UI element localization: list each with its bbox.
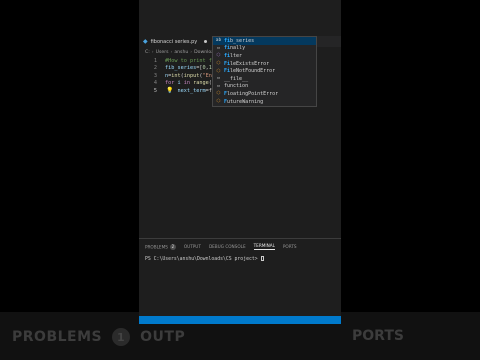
breadcrumb-separator-icon: › (190, 49, 193, 55)
bleed-output-label: OUTP (140, 329, 186, 345)
suggestion-label: function (224, 83, 249, 90)
line-number: 4 (153, 80, 157, 86)
code-token: int (171, 72, 181, 79)
bleed-tabs: PROBLEMS 1 OUTP (12, 328, 185, 346)
panel-tab-label: DEBUG CONSOLE (208, 244, 246, 249)
breadcrumb-item[interactable]: C: (145, 50, 150, 55)
suggestion-label: nally (230, 45, 246, 52)
panel-tab-ports[interactable]: PORTS (283, 244, 297, 249)
suggestion-item[interactable]: ⬡ FloatingPointError (213, 90, 316, 98)
suggestion-label: leExistsError (230, 60, 270, 67)
keyword-icon: ▭ (217, 83, 220, 89)
line-number: 3 (153, 72, 157, 79)
code-line[interactable]: 5 next_term =fi 💡 (139, 87, 216, 94)
suggestion-label: lter (230, 52, 243, 59)
suggestion-item[interactable]: ▭ function (213, 83, 316, 91)
breadcrumb-separator-icon: › (170, 49, 173, 55)
class-icon: ⬡ (216, 61, 221, 67)
breadcrumb-separator-icon: › (151, 49, 154, 55)
panel-tab-label: PORTS (282, 244, 297, 249)
panel-tab-label: TERMINAL (253, 243, 275, 248)
python-file-icon: ◆ (143, 37, 148, 45)
panel-tab-debug-console[interactable]: DEBUG CONSOLE (209, 244, 246, 249)
panel-tabs: PROBLEMS 2 OUTPUT DEBUG CONSOLE TERMINAL PORT… (145, 243, 297, 250)
suggestion-item[interactable]: ⬡ Fi leNotFoundError (213, 67, 316, 75)
breadcrumb-item[interactable]: anshu (174, 50, 188, 55)
class-icon: ⬡ (216, 99, 221, 105)
terminal[interactable]: PS C:\Users\anshu\Downloads\CS project> (145, 256, 264, 262)
line-number: 2 (153, 65, 157, 71)
code-token: fib_series (165, 65, 197, 71)
bleed-problems-badge: 1 (112, 328, 131, 346)
unsaved-dot-icon[interactable] (204, 40, 208, 43)
panel-tab-label: PROBLEMS (145, 244, 168, 249)
line-number: 1 (153, 57, 157, 64)
keyword-icon: ▭ (217, 45, 220, 51)
code-token: for (165, 80, 175, 86)
suggestion-item[interactable]: ⬡ fi lter (213, 52, 316, 60)
suggestion-label: loatingPointError (227, 90, 279, 97)
function-icon: ⬡ (216, 53, 221, 59)
code-token: next_term (177, 87, 206, 94)
suggestion-item[interactable]: ⬡ FutureWarning (213, 98, 316, 106)
suggestion-label: b_series (230, 37, 255, 44)
panel-tab-terminal[interactable]: TERMINAL (253, 243, 275, 250)
bleed-problems-label: PROBLEMS (12, 329, 103, 345)
status-bar (139, 316, 341, 324)
suggestion-item[interactable]: ⬡ Fi leExistsError (213, 60, 316, 68)
panel-tab-output[interactable]: OUTPUT (184, 244, 201, 249)
terminal-cursor (260, 256, 264, 261)
keyword-icon: ▭ (217, 76, 220, 82)
bleed-ports-label: PORTS (352, 328, 404, 344)
panel-tab-problems[interactable]: PROBLEMS 2 (145, 243, 176, 250)
lightbulb-icon[interactable]: 💡 (166, 87, 173, 94)
code-token: input (183, 72, 200, 79)
autocomplete-widget[interactable]: ab fi b_series ▭ fi nally ⬡ fi lter ⬡ Fi leExistsEr… (212, 36, 317, 107)
bottom-panel: PROBLEMS 2 OUTPUT DEBUG CONSOLE TERMINAL PORT… (139, 238, 341, 317)
suggestion-label: leNotFoundError (230, 68, 276, 75)
suggestion-label: __file__ (224, 75, 249, 82)
suggestion-item[interactable]: ab fi b_series (213, 37, 316, 45)
suggestion-label: utureWarning (227, 98, 264, 105)
vscode-window: ◆ fibonacci series.py C: › Users › anshu › Dow… (139, 0, 341, 324)
class-icon: ⬡ (216, 91, 221, 97)
class-icon: ⬡ (216, 68, 221, 74)
line-number: 5 (153, 87, 157, 94)
code-line[interactable]: 2fib_series=[0,1] (139, 65, 215, 72)
keyword-icon: ab (215, 38, 222, 44)
suggestion-item[interactable]: ▭ __file__ (213, 75, 316, 83)
code-token: range (193, 80, 209, 86)
breadcrumb-item[interactable]: Users (156, 50, 169, 55)
terminal-prompt: PS C:\Users\anshu\Downloads\CS project> (145, 257, 261, 262)
suggestion-item[interactable]: ▭ fi nally (213, 45, 316, 53)
problems-count-badge: 2 (169, 243, 176, 250)
tab-label: fibonacci series.py (150, 38, 198, 45)
panel-tab-label: OUTPUT (183, 244, 201, 249)
